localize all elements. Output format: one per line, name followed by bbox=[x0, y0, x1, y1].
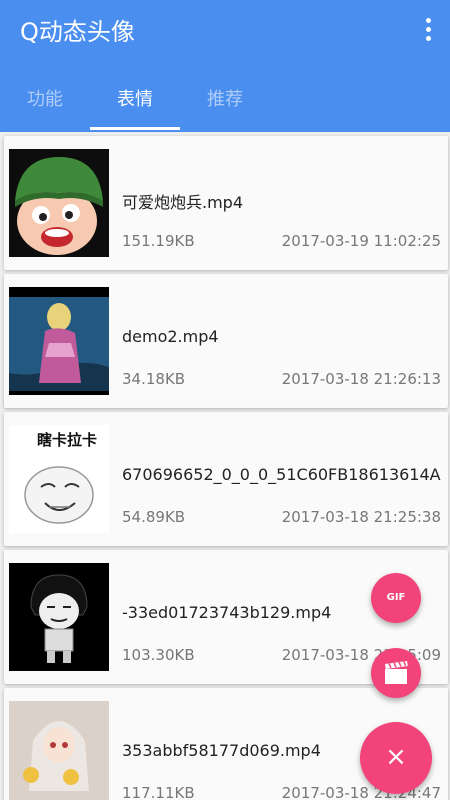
app-bar: Q动态头像 功能 表情 推荐 bbox=[0, 0, 450, 132]
close-fab-button[interactable]: × bbox=[360, 722, 432, 794]
file-date: 2017-03-18 21:25:38 bbox=[281, 508, 441, 526]
list-item[interactable]: demo2.mp4 34.18KB 2017-03-18 21:26:13 bbox=[4, 274, 448, 408]
thumbnail bbox=[9, 701, 109, 800]
list-item[interactable]: 瞎卡拉卡 670696652_0_0_0_51C60FB18613614A 54… bbox=[4, 412, 448, 546]
file-date: 2017-03-19 11:02:25 bbox=[281, 232, 441, 250]
file-name: demo2.mp4 bbox=[122, 327, 219, 346]
file-name: 可爱炮炮兵.mp4 bbox=[122, 193, 244, 212]
thumbnail bbox=[9, 149, 109, 257]
movie-clapper-icon bbox=[385, 661, 408, 684]
tab-recommended[interactable]: 推荐 bbox=[180, 76, 270, 128]
file-size: 54.89KB bbox=[122, 508, 186, 526]
thumbnail bbox=[9, 287, 109, 395]
file-size: 151.19KB bbox=[122, 232, 195, 250]
gif-fab-button[interactable]: GIF bbox=[371, 573, 421, 623]
app-title: Q动态头像 bbox=[20, 18, 135, 46]
tab-indicator bbox=[90, 127, 180, 130]
file-name: 670696652_0_0_0_51C60FB18613614A bbox=[122, 465, 441, 484]
tab-bar: 功能 表情 推荐 bbox=[0, 76, 450, 132]
more-vert-icon[interactable] bbox=[420, 18, 436, 44]
file-name: -33ed01723743b129.mp4 bbox=[122, 603, 332, 622]
list-item[interactable]: 可爱炮炮兵.mp4 151.19KB 2017-03-19 11:02:25 bbox=[4, 136, 448, 270]
file-size: 34.18KB bbox=[122, 370, 186, 388]
file-size: 117.11KB bbox=[122, 784, 195, 800]
tab-stickers[interactable]: 表情 bbox=[90, 76, 180, 128]
file-name: 353abbf58177d069.mp4 bbox=[122, 741, 321, 760]
video-fab-button[interactable] bbox=[371, 648, 421, 698]
thumbnail: 瞎卡拉卡 bbox=[9, 425, 109, 533]
thumbnail bbox=[9, 563, 109, 671]
file-list: 可爱炮炮兵.mp4 151.19KB 2017-03-19 11:02:25 d… bbox=[0, 132, 450, 800]
tab-functions[interactable]: 功能 bbox=[0, 76, 90, 128]
file-size: 103.30KB bbox=[122, 646, 195, 664]
close-icon: × bbox=[385, 742, 407, 772]
gif-label: GIF bbox=[386, 592, 406, 603]
file-date: 2017-03-18 21:26:13 bbox=[281, 370, 441, 388]
